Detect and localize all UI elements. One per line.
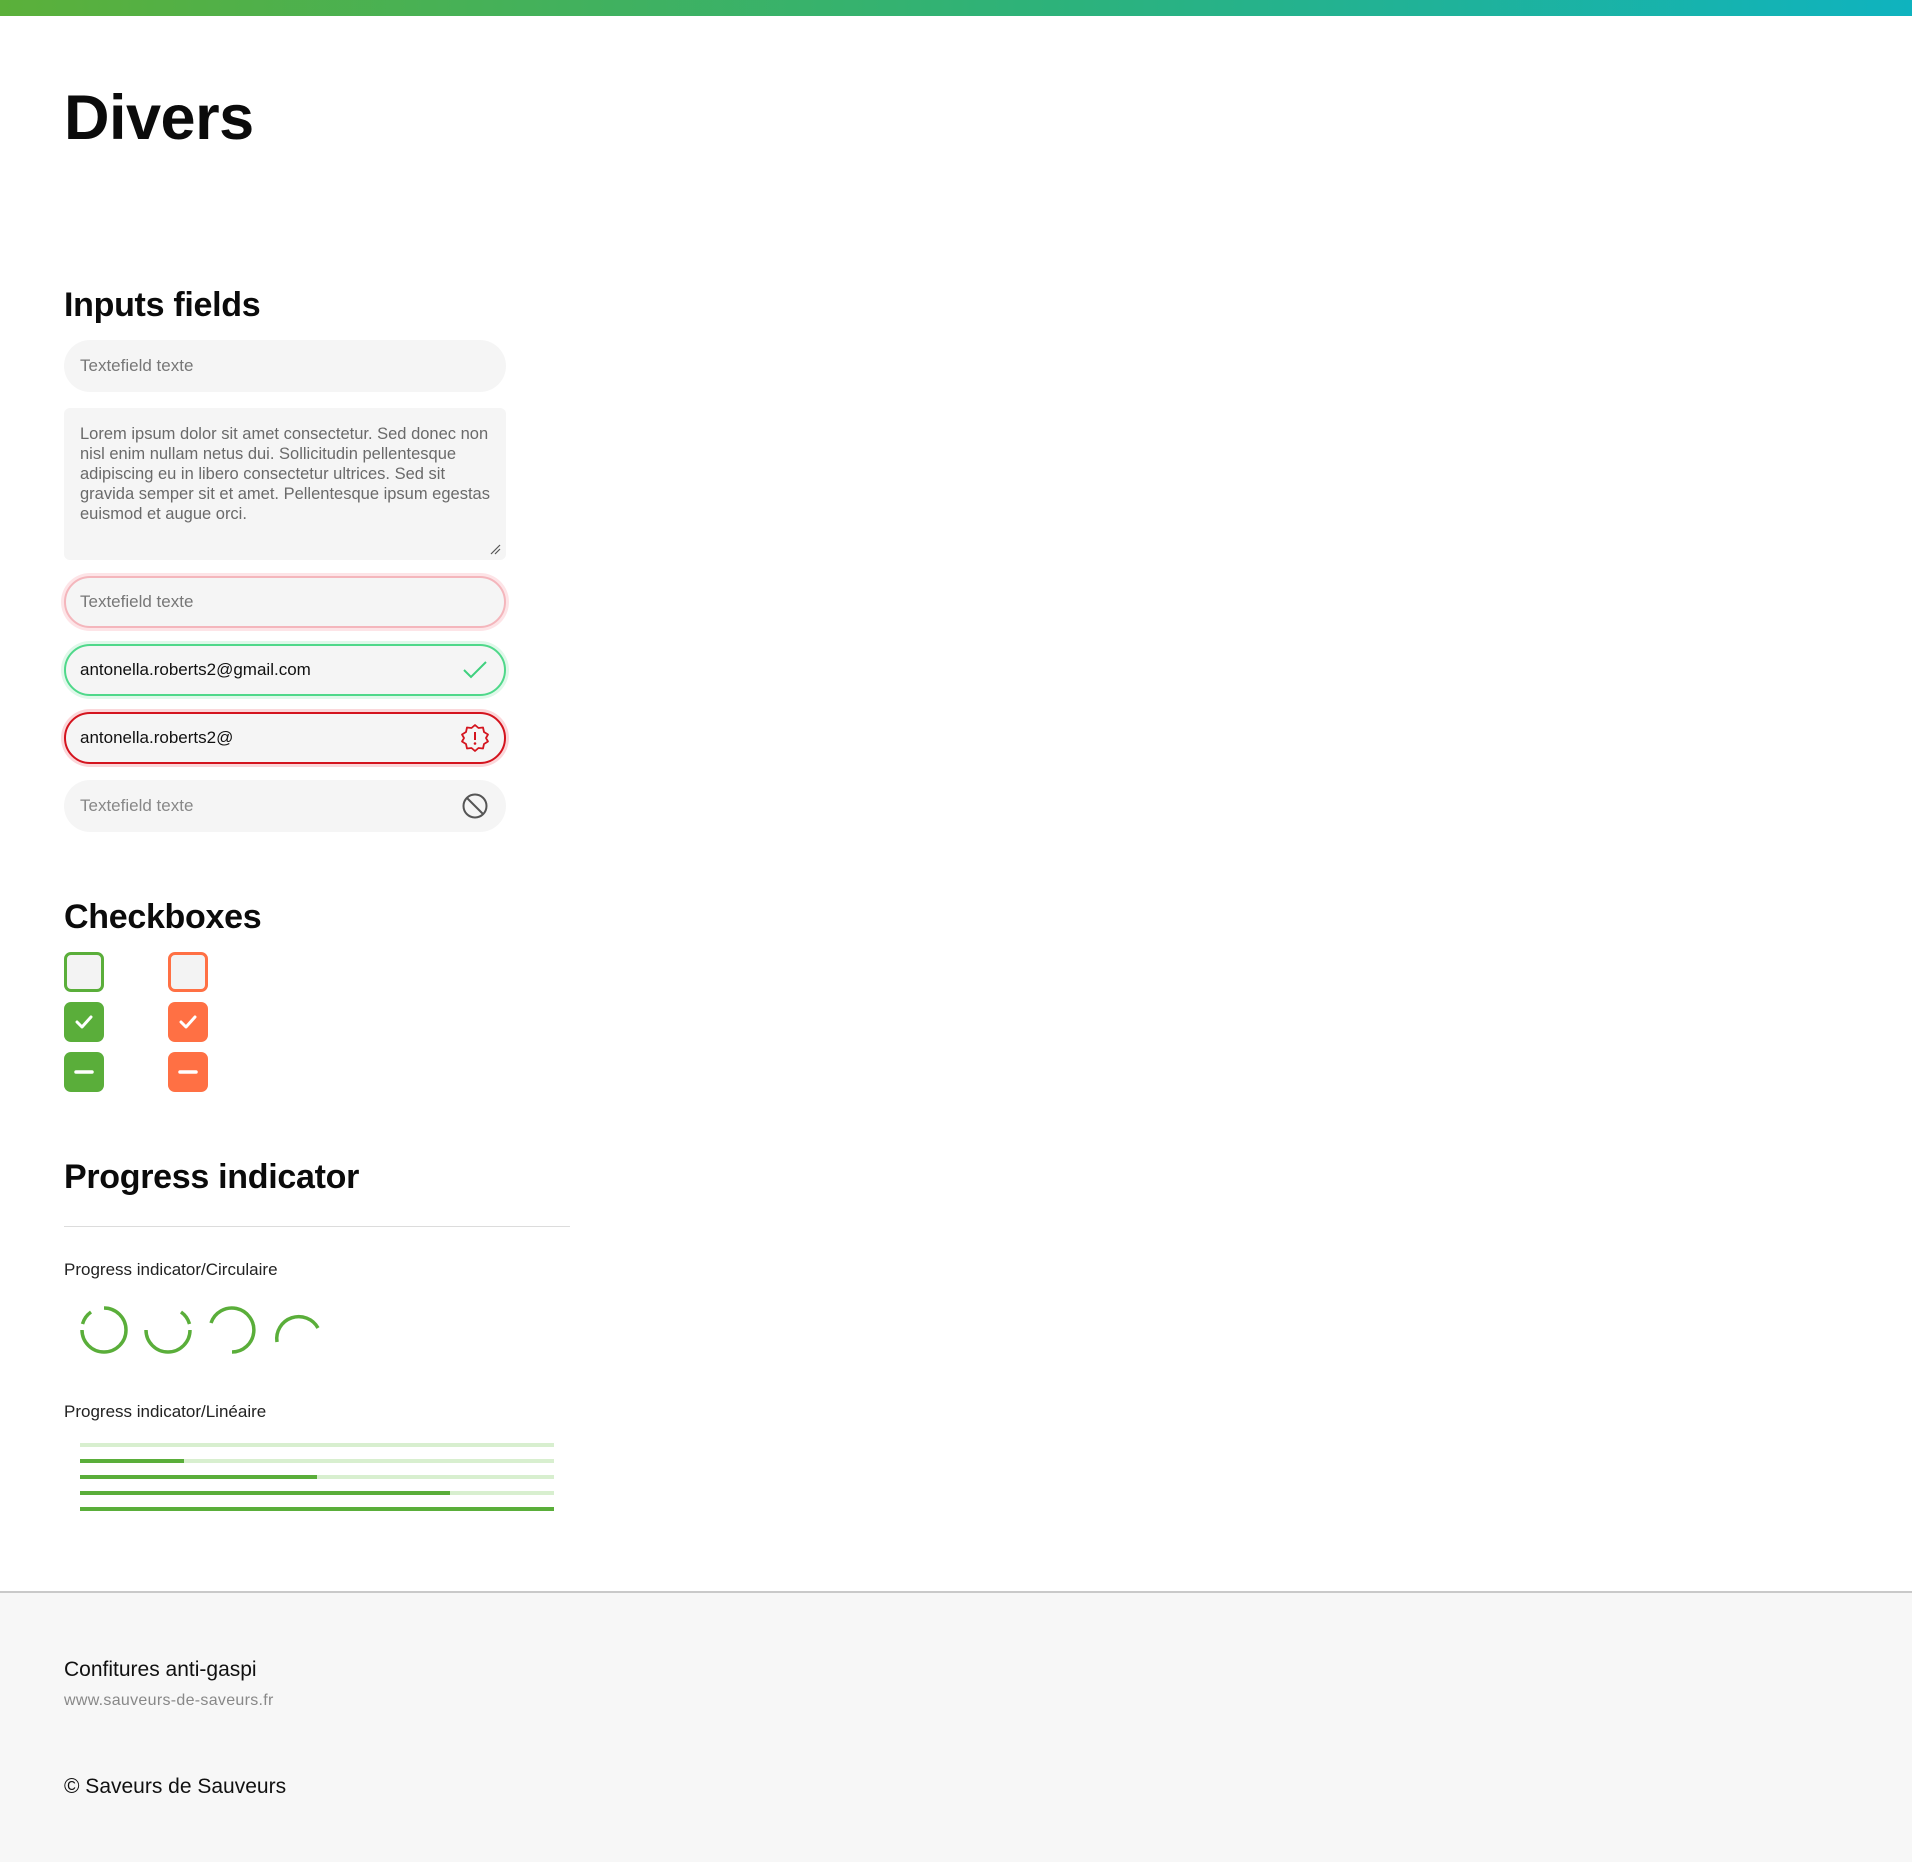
checkbox-green-unchecked[interactable] [64,952,104,992]
footer-url[interactable]: www.sauveurs-de-saveurs.fr [64,1692,274,1710]
linear-progress-bar [80,1475,554,1479]
text-field-disabled: Textefield texte [64,780,506,832]
text-field-placeholder: Textefield texte [80,592,194,611]
footer-title: Confitures anti-gaspi [64,1658,257,1681]
check-icon [460,655,490,685]
blocked-icon [460,791,490,821]
minus-icon [74,1070,94,1074]
email-value: antonella.roberts2@gmail.com [80,660,311,679]
circular-spinner-4 [274,1314,320,1343]
circular-spinner-2 [144,1310,192,1354]
alert-badge-icon [460,723,490,753]
top-gradient-bar [0,0,1912,16]
checkbox-orange-unchecked[interactable] [168,952,208,992]
minus-icon [178,1070,198,1074]
linear-progress-bar [80,1507,554,1511]
linear-progress-fill [80,1459,185,1463]
checkbox-orange-checked[interactable] [168,1002,208,1042]
linear-progress-bar [80,1443,554,1447]
footer: Confitures anti-gaspi www.sauveurs-de-sa… [0,1591,1912,1862]
progress-section-title: Progress indicator [64,1158,360,1196]
textarea-field[interactable]: Lorem ipsum dolor sit amet consectetur. … [64,408,506,560]
linear-progress-fill [80,1491,450,1495]
checkbox-orange-indeterminate[interactable] [168,1052,208,1092]
inputs-section-title: Inputs fields [64,286,261,324]
section-divider [64,1226,570,1227]
check-icon [75,1015,93,1029]
email-field-valid[interactable]: antonella.roberts2@gmail.com [64,644,506,696]
circular-progress-label: Progress indicator/Circulaire [64,1260,278,1279]
text-field-focused[interactable]: Textefield texte [64,576,506,628]
linear-progress-fill [80,1475,317,1479]
textarea-value: Lorem ipsum dolor sit amet consectetur. … [80,425,490,523]
text-field-default[interactable]: Textefield texte [64,340,506,392]
footer-copyright: © Saveurs de Sauveurs [64,1775,287,1798]
resize-handle-icon[interactable] [489,543,501,555]
linear-progress-bar [80,1491,554,1495]
check-icon [179,1015,197,1029]
linear-progress-label: Progress indicator/Linéaire [64,1402,267,1421]
checkbox-green-indeterminate[interactable] [64,1052,104,1092]
linear-progress-bar [80,1459,554,1463]
email-field-invalid[interactable]: antonella.roberts2@ [64,712,506,764]
text-field-placeholder: Textefield texte [80,356,194,375]
linear-progress-fill [80,1507,554,1511]
email-value: antonella.roberts2@ [80,728,234,747]
circular-spinner-3 [209,1306,256,1354]
text-field-placeholder: Textefield texte [80,796,194,815]
checkbox-green-checked[interactable] [64,1002,104,1042]
circular-spinner-1 [80,1306,128,1354]
page-title: Divers [64,83,254,153]
checkboxes-section-title: Checkboxes [64,898,262,936]
